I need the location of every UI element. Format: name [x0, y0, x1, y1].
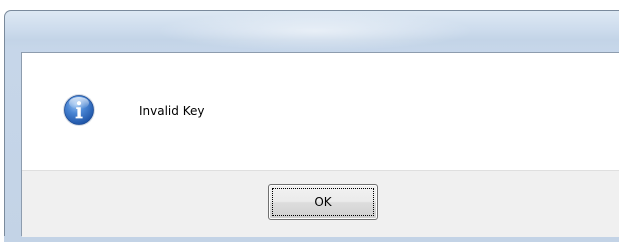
dialog-content: Invalid Key	[22, 53, 619, 170]
dialog-client-area: Invalid Key OK	[21, 52, 619, 237]
window-frame-left	[4, 50, 22, 242]
title-bar-glass	[155, 11, 475, 51]
ok-button[interactable]: OK	[268, 184, 378, 220]
dialog-message: Invalid Key	[139, 104, 205, 118]
message-dialog: Invalid Key OK	[0, 0, 619, 242]
ok-button-label: OK	[272, 188, 374, 216]
title-bar[interactable]	[4, 10, 619, 52]
information-icon	[63, 94, 95, 126]
